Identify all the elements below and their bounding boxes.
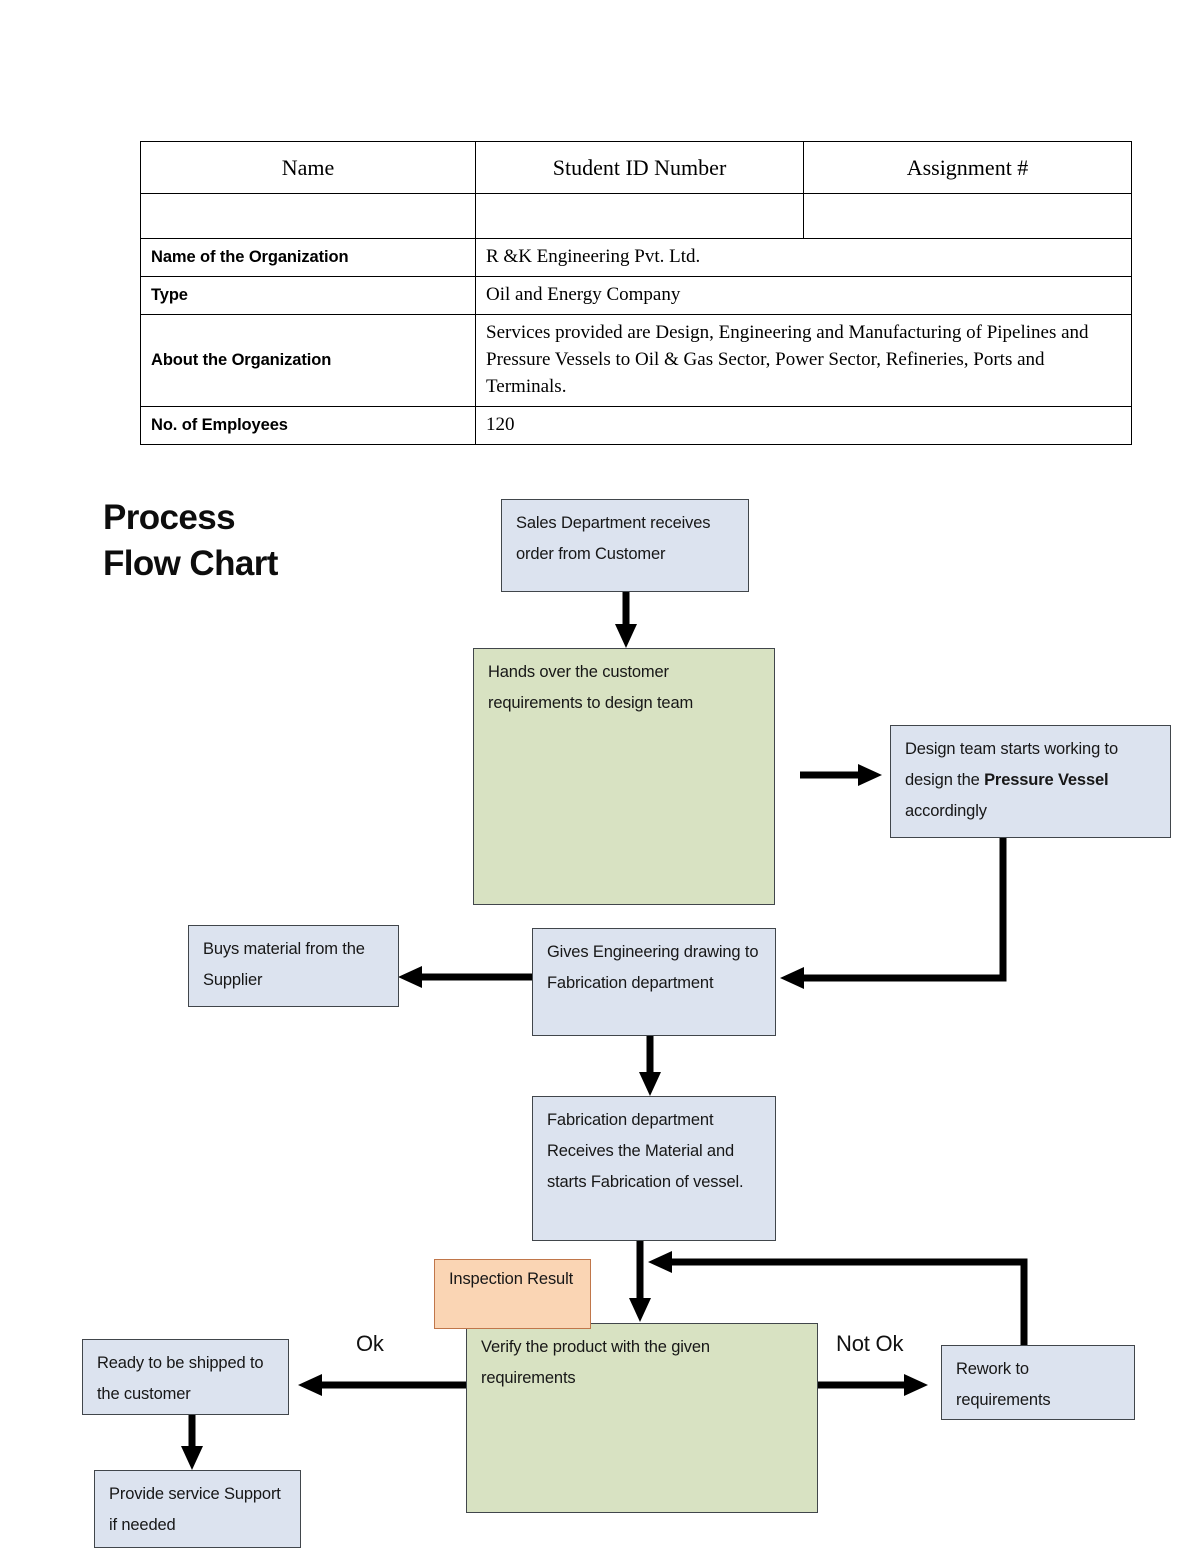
node-provide-service-support[interactable]: Provide service Support if needed xyxy=(94,1470,301,1548)
arrow-verify-to-readyshipped xyxy=(298,1374,466,1396)
arrow-verify-to-rework xyxy=(818,1374,928,1396)
arrow-givesdrawing-to-fabrication xyxy=(639,1036,661,1096)
arrow-givesdrawing-to-buysmaterial xyxy=(398,966,532,988)
arrow-designteam-to-givesdrawing xyxy=(780,838,1007,989)
node-buys-material[interactable]: Buys material from the Supplier xyxy=(188,925,399,1007)
node-rework-to-requirements[interactable]: Rework to requirements xyxy=(941,1345,1135,1420)
arrow-sales-to-handsover xyxy=(615,592,637,648)
design-team-text-post: accordingly xyxy=(905,802,987,821)
flowchart-title-line2: Flow Chart xyxy=(103,544,278,584)
node-hands-over-requirements[interactable]: Hands over the customer requirements to … xyxy=(473,648,775,905)
node-fabrication-department[interactable]: Fabrication department Receives the Mate… xyxy=(532,1096,776,1241)
edge-label-not-ok: Not Ok xyxy=(836,1331,904,1356)
node-verify-product[interactable]: Verify the product with the given requir… xyxy=(466,1323,818,1513)
node-ready-to-be-shipped[interactable]: Ready to be shipped to the customer xyxy=(82,1339,289,1415)
node-design-team[interactable]: Design team starts working to design the… xyxy=(890,725,1171,838)
node-sales-department[interactable]: Sales Department receives order from Cus… xyxy=(501,499,749,592)
node-inspection-result[interactable]: Inspection Result xyxy=(434,1259,591,1329)
flowchart-title-line1: Process xyxy=(103,498,236,537)
process-flow-chart: Process Flow Chart Sales Department rece… xyxy=(0,0,1200,1553)
edge-label-ok: Ok xyxy=(356,1331,384,1356)
arrow-readyshipped-to-provideservice xyxy=(181,1415,203,1470)
node-gives-engineering-drawing[interactable]: Gives Engineering drawing to Fabrication… xyxy=(532,928,776,1036)
design-team-text-bold: Pressure Vessel xyxy=(984,771,1109,790)
flowchart-title: Process Flow Chart xyxy=(103,495,278,587)
arrow-fabrication-to-verify xyxy=(629,1240,651,1322)
arrow-handsover-to-designteam xyxy=(800,764,882,786)
